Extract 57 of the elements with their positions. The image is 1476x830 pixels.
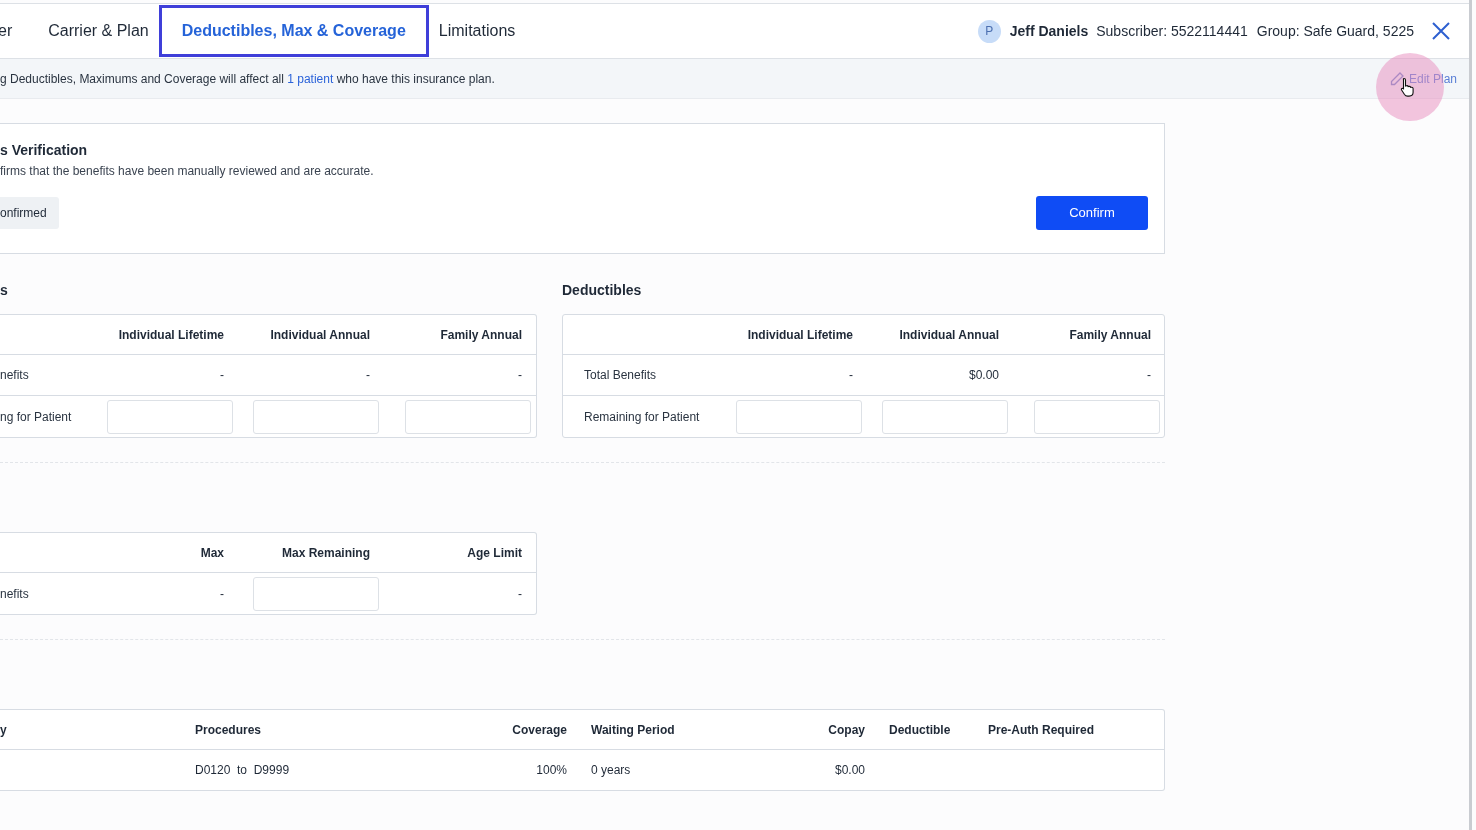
column-header: Waiting Period	[590, 721, 676, 739]
column-header: Max Remaining	[280, 544, 371, 562]
input-field[interactable]	[1034, 399, 1160, 434]
tab[interactable]: Limitations	[436, 5, 518, 57]
column-header: y	[0, 721, 8, 739]
confirm-button[interactable]: Confirm	[1036, 196, 1148, 230]
input-field[interactable]	[405, 399, 531, 434]
column-header: Individual Lifetime	[746, 326, 854, 344]
column-header: Age Limit	[466, 544, 523, 562]
column-header: Family Annual	[439, 326, 523, 344]
section-heading: Deductibles	[562, 281, 643, 300]
row-label: nefits	[0, 585, 30, 603]
input-field[interactable]	[253, 399, 379, 434]
row-label: nefits	[0, 367, 30, 384]
input-field[interactable]	[736, 399, 862, 434]
table-cell-text: -	[219, 367, 225, 384]
input-field[interactable]	[107, 399, 233, 434]
status-badge: onfirmed	[0, 197, 59, 229]
pencil-icon	[1388, 70, 1405, 87]
column-header: Procedures	[195, 721, 263, 739]
table-cell-text: $0.00	[833, 762, 865, 779]
table-cell-text: D0120 to D9999	[195, 762, 291, 779]
column-header: Individual Annual	[898, 326, 1000, 344]
table-cell-text: 0 years	[590, 762, 632, 779]
table-cell-text: -	[365, 367, 371, 384]
tab[interactable]: Carrier & Plan	[46, 5, 151, 57]
notice-text: g Deductibles, Maximums and Coverage will affect all 1 patient who have this insurance plan.	[0, 70, 495, 88]
tab[interactable]: Deductibles, Max & Coverage	[158, 5, 429, 57]
row-label: Total Benefits	[583, 367, 658, 384]
column-header: Pre-Auth Required	[988, 721, 1095, 739]
subscriber-number: Subscriber: 5522114441	[1096, 21, 1248, 41]
column-header: Coverage	[511, 721, 567, 739]
table-cell-text: $0.00	[967, 367, 1000, 384]
table-cell-text: -	[1146, 367, 1152, 384]
table-cell-text: -	[517, 585, 523, 603]
close-icon[interactable]	[1431, 21, 1451, 41]
column-header: Copay	[827, 721, 865, 739]
table-cell-text: 100%	[535, 762, 567, 779]
column-header: Individual Lifetime	[117, 326, 225, 344]
column-header: Max	[199, 544, 225, 562]
group-info: Group: Safe Guard, 5225	[1256, 21, 1414, 41]
verification-description: firms that the benefits have been manually reviewed and are accurate.	[0, 163, 375, 180]
table-cell-text: -	[848, 367, 854, 384]
input-field[interactable]	[882, 399, 1008, 434]
row-label: ng for Patient	[0, 408, 73, 426]
patient-link[interactable]: 1 patient	[287, 71, 334, 86]
patient-name: Jeff Daniels	[1009, 21, 1089, 41]
section-heading: s	[0, 281, 9, 300]
verification-title: s Verification	[0, 141, 89, 160]
column-header: Deductible	[888, 721, 952, 739]
column-header: Individual Annual	[269, 326, 371, 344]
table-cell-text: -	[219, 585, 225, 603]
column-header: Family Annual	[1068, 326, 1152, 344]
avatar: P	[977, 19, 1001, 43]
row-label: Remaining for Patient	[583, 408, 701, 426]
input-field[interactable]	[253, 576, 379, 611]
table-cell-text: -	[517, 367, 523, 384]
